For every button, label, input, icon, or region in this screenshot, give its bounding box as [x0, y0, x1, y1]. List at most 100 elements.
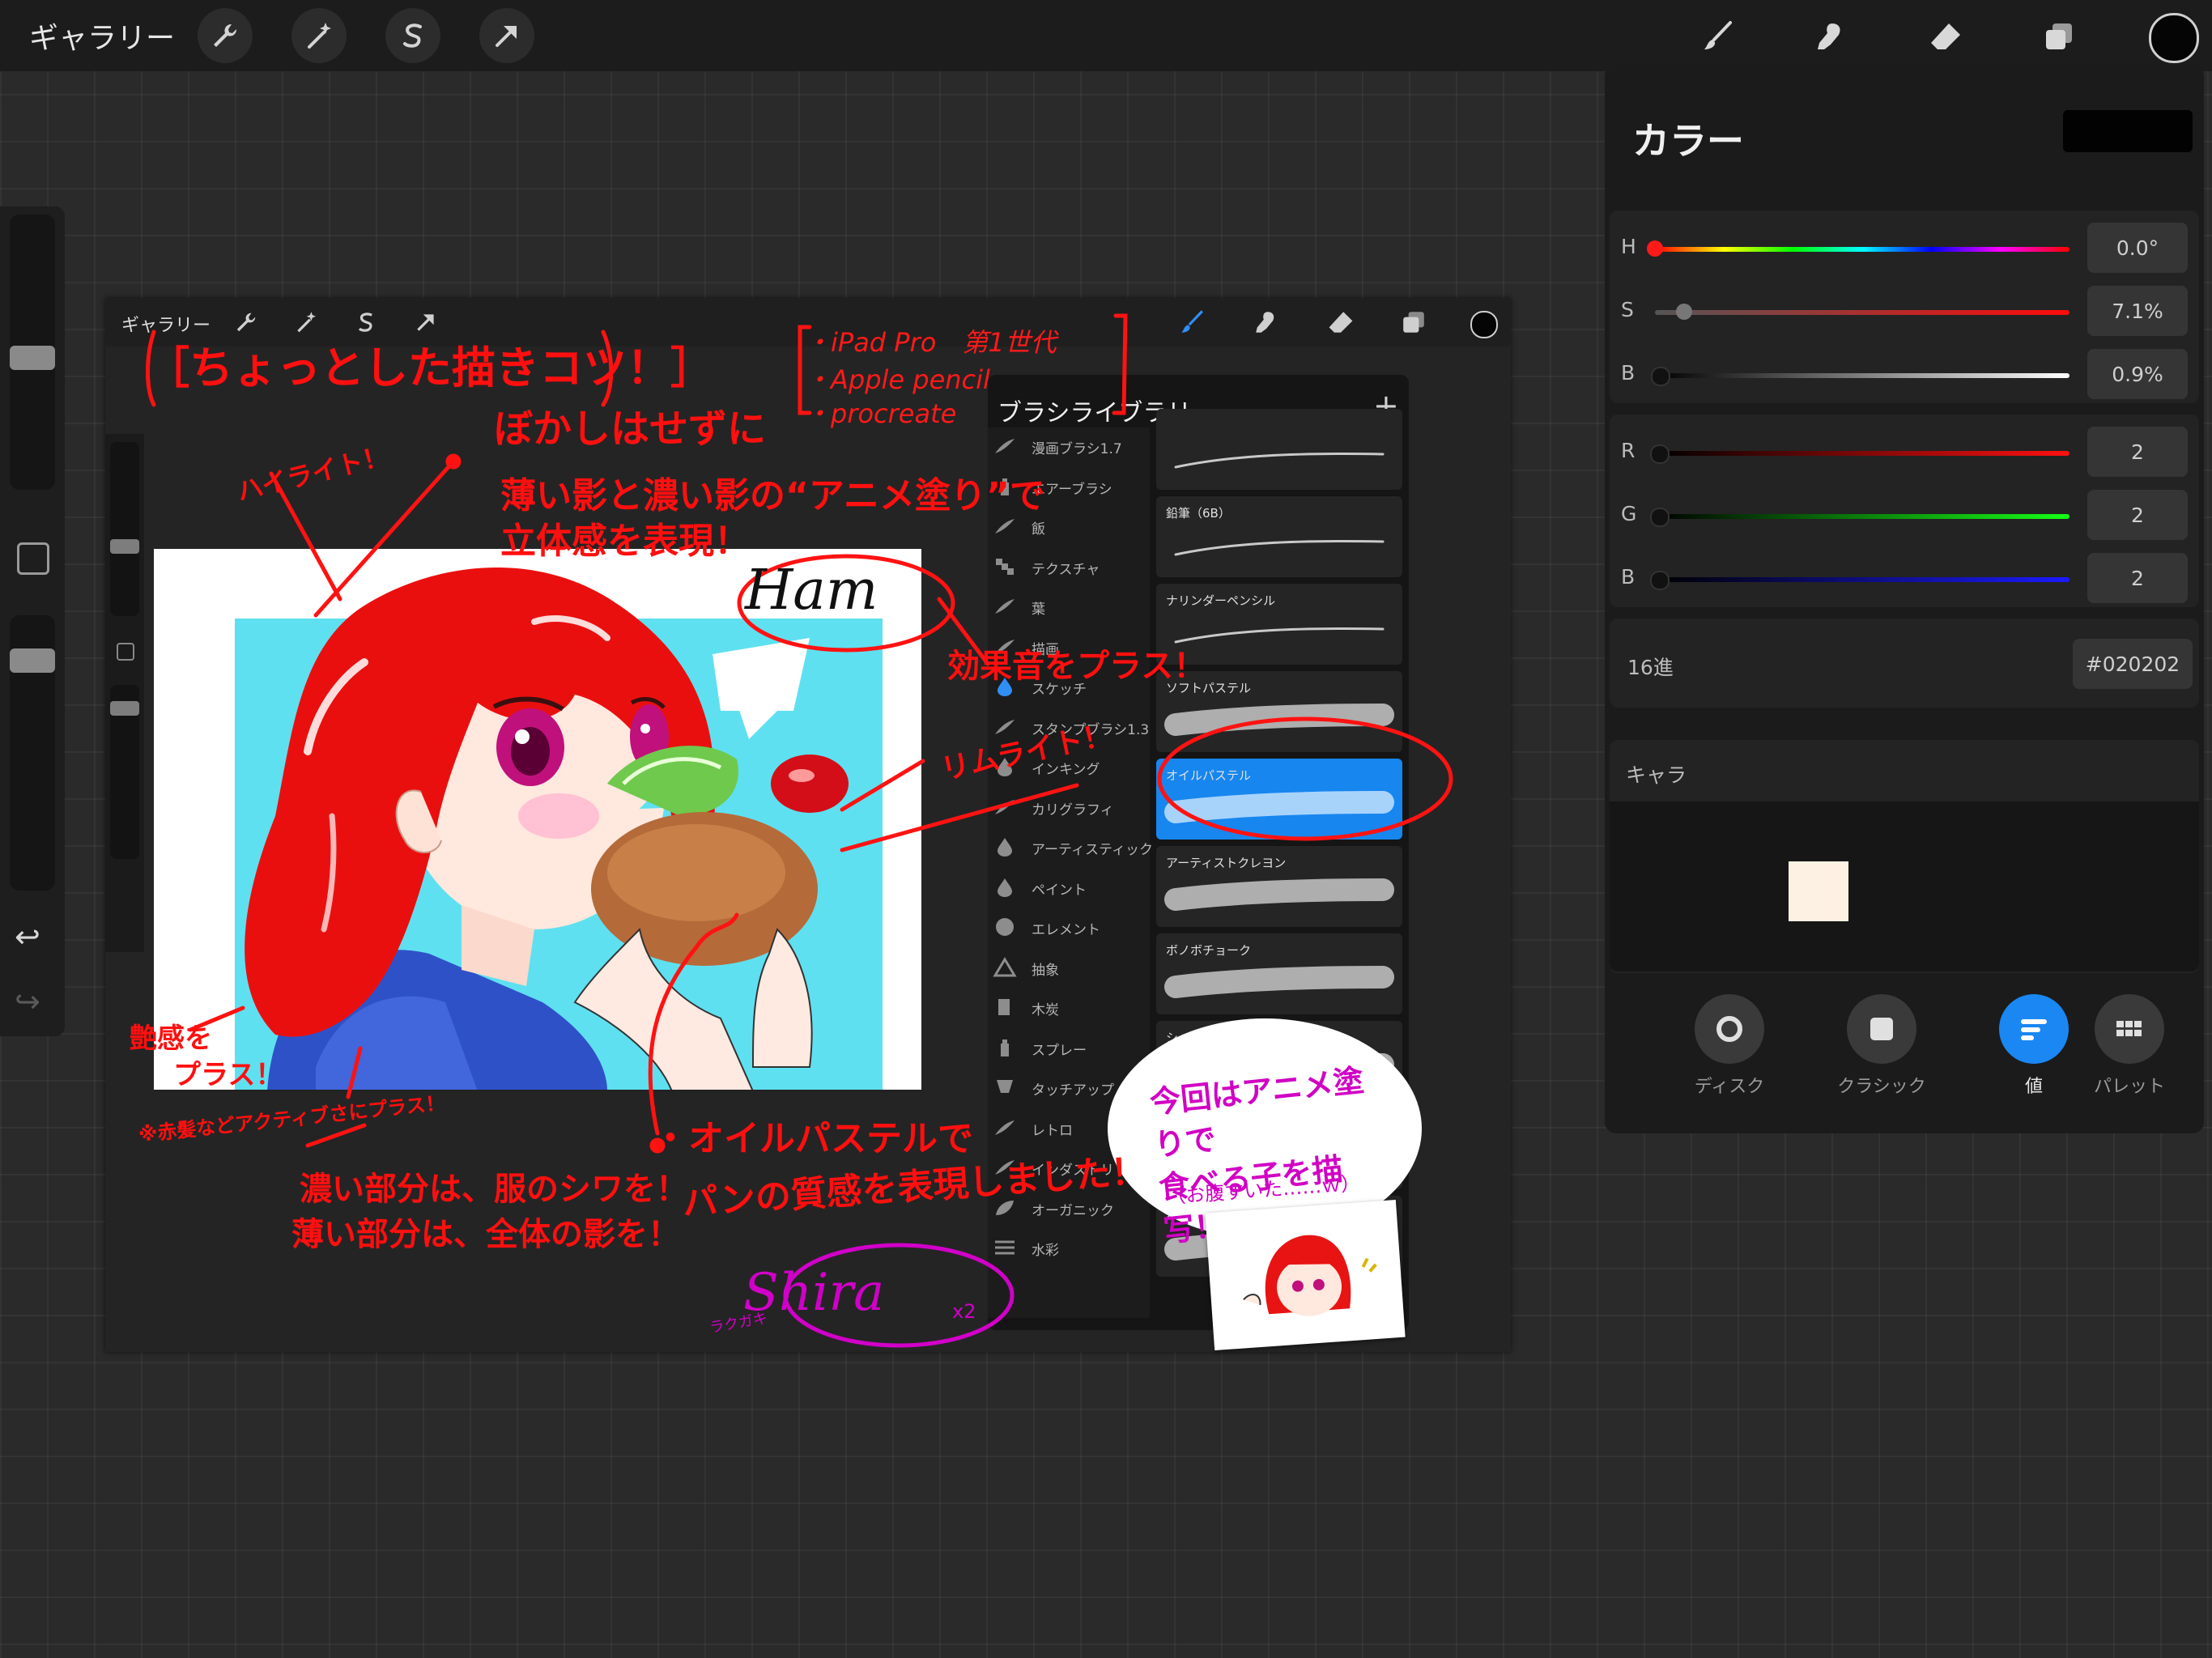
brush-category-label: エレメント	[1032, 922, 1100, 938]
layers-icon[interactable]	[2034, 11, 2084, 62]
brush-category-label: アーティスティック	[1032, 842, 1153, 858]
eraser-icon[interactable]	[1921, 11, 1971, 62]
hex-row: 16進 #020202	[1610, 619, 2199, 708]
brush-category-label: 漫画ブラシ1.7	[1032, 441, 1122, 457]
brush-category-label: 水彩	[1032, 1243, 1059, 1259]
oil-pastel-annotation-1: ・オイルパステルで	[653, 1118, 973, 1159]
magic-wand-icon[interactable]	[291, 8, 347, 63]
brush-size-thumb[interactable]	[10, 345, 55, 370]
brush-category-icon	[995, 1240, 1015, 1255]
smudge-icon[interactable]	[1806, 11, 1856, 62]
top-toolbar: ギャラリー	[0, 0, 2212, 71]
selection-s-icon[interactable]	[385, 8, 440, 63]
brush-category-label: テクスチャ	[1032, 561, 1100, 578]
brush-category-icon	[995, 599, 1015, 614]
brush-icon[interactable]	[1692, 11, 1742, 62]
inner-brush-icon	[1181, 310, 1203, 333]
blue-label: B	[1621, 565, 1636, 589]
signature-suffix: x2	[952, 1300, 976, 1323]
mode-disc[interactable]: ディスク	[1673, 994, 1786, 1098]
brush-category: 葉	[988, 588, 1150, 627]
rgb-sliders: R 2 G 2 B 2	[1610, 414, 2199, 607]
modify-square-icon[interactable]	[17, 542, 49, 575]
brightness-knob[interactable]	[1650, 367, 1670, 386]
disc-icon[interactable]	[1695, 994, 1764, 1064]
value-sliders-icon[interactable]	[1999, 994, 2069, 1064]
gloss-annotation-1: 艶感を	[130, 1022, 212, 1055]
green-track[interactable]	[1655, 514, 2069, 519]
harmony-swatch[interactable]	[1789, 861, 1848, 921]
saturation-track[interactable]	[1655, 310, 2069, 315]
brightness-track[interactable]	[1655, 373, 2069, 378]
red-knob[interactable]	[1650, 444, 1670, 464]
saturation-value-field[interactable]: 7.1%	[2087, 286, 2188, 336]
opacity-thumb[interactable]	[10, 648, 55, 673]
brush-category-icon	[998, 999, 1010, 1015]
green-knob[interactable]	[1650, 508, 1670, 527]
inner-eraser-icon	[1329, 312, 1353, 333]
brush-category-label: ペイント	[1032, 882, 1087, 899]
saturation-label: S	[1621, 298, 1634, 321]
brush-item: アーティストクレヨン	[1156, 846, 1402, 927]
brush-stroke-preview	[1174, 540, 1385, 556]
gallery-button[interactable]: ギャラリー	[29, 15, 175, 57]
brush-stroke-preview	[1164, 791, 1394, 823]
brightness-value-field[interactable]: 0.9%	[2087, 349, 2188, 399]
green-label: G	[1621, 502, 1637, 525]
transform-arrow-icon[interactable]	[479, 8, 534, 63]
hsb-sliders: H 0.0° S 7.1% B 0.9%	[1610, 210, 2199, 403]
harmony-label: キャラ	[1626, 763, 1687, 787]
mode-label: クラシック	[1837, 1077, 1926, 1097]
brush-category: ペイント	[988, 869, 1150, 908]
brush-name: アーティストクレヨン	[1166, 856, 1287, 870]
brush-item: 鉛筆（6B）	[1156, 496, 1402, 577]
palette-grid-icon[interactable]	[2095, 994, 2164, 1064]
brush-category-label: タッチアップ	[1032, 1082, 1114, 1099]
current-color-swatch[interactable]	[2149, 13, 2199, 63]
mode-palette[interactable]: パレット	[2073, 994, 2186, 1098]
header-annotation: ［ちょっとした描きコツ！］	[146, 342, 714, 393]
brush-category: テクスチャ	[988, 548, 1150, 587]
wrench-icon[interactable]	[198, 8, 253, 63]
hue-knob[interactable]	[1647, 240, 1663, 257]
hue-track[interactable]	[1655, 247, 2069, 252]
blue-knob[interactable]	[1650, 571, 1670, 590]
brush-category: 漫画ブラシ1.7	[988, 427, 1150, 466]
red-track[interactable]	[1655, 451, 2069, 456]
current-color-preview[interactable]	[2063, 110, 2193, 152]
red-value-field[interactable]: 2	[2087, 427, 2188, 477]
brush-stroke-preview	[1164, 966, 1394, 998]
brush-size-slider[interactable]	[10, 215, 55, 490]
redo-icon[interactable]: ↪	[15, 984, 40, 1019]
undo-icon[interactable]: ↩	[15, 919, 40, 954]
brush-category-label: 木炭	[1032, 1002, 1059, 1018]
brush-category-icon	[998, 878, 1012, 897]
brush-category-icon	[993, 956, 1017, 976]
classic-square-icon[interactable]	[1847, 994, 1916, 1064]
harmony-area	[1610, 801, 2199, 971]
brightness-slider-row: B 0.9%	[1610, 346, 2199, 403]
inner-layers-icon	[1403, 312, 1424, 333]
brush-category-icon	[995, 439, 1015, 453]
brightness-label: B	[1621, 361, 1636, 385]
spec-line-3: ・procreate	[805, 398, 957, 429]
spec-line-1: ・iPad Pro 第1世代	[805, 327, 1057, 358]
hue-slider-row: H 0.0°	[1610, 220, 2199, 277]
dark-part-annotation: 濃い部分は、服のシワを！	[300, 1171, 688, 1208]
anime-paint-annotation-2: 立体感を表現！	[500, 521, 750, 562]
green-slider-row: G 2	[1610, 487, 2199, 544]
blue-value-field[interactable]: 2	[2087, 553, 2188, 603]
brush-category-icon	[995, 519, 1015, 534]
green-value-field[interactable]: 2	[2087, 490, 2188, 540]
brush-name: オイルパステル	[1166, 768, 1252, 783]
saturation-knob[interactable]	[1676, 304, 1693, 320]
chibi-sticker	[1205, 1199, 1406, 1351]
hex-value-field[interactable]: #020202	[2073, 639, 2193, 689]
blue-track[interactable]	[1655, 577, 2069, 582]
mode-classic[interactable]: クラシック	[1825, 994, 1938, 1098]
brush-category-icon	[995, 1120, 1015, 1135]
brush-item	[1156, 409, 1402, 490]
opacity-slider[interactable]	[10, 615, 55, 891]
hex-label: 16進	[1627, 656, 1674, 679]
hue-value-field[interactable]: 0.0°	[2087, 223, 2188, 273]
